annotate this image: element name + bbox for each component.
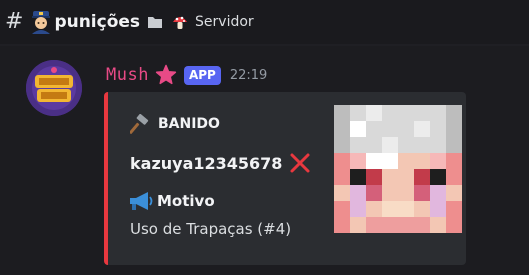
message-header: Mush APP 22:19 xyxy=(106,62,267,88)
embed-card: BANIDO kazuya12345678 Motivo Uso de Trap… xyxy=(104,92,466,265)
author-name[interactable]: Mush xyxy=(106,65,149,85)
embed-field-value: Uso de Trapaças (#4) xyxy=(130,220,292,238)
app-badge: APP xyxy=(183,65,221,85)
server-name[interactable]: Servidor xyxy=(195,14,254,30)
channel-header: # punições Servidor xyxy=(0,0,529,44)
embed-title-row: BANIDO xyxy=(130,114,220,134)
hammer-icon xyxy=(130,114,149,134)
police-officer-icon xyxy=(32,11,51,34)
player-skin-thumbnail[interactable] xyxy=(334,105,462,233)
megaphone-icon xyxy=(130,192,153,210)
embed-field-name: Motivo xyxy=(157,192,215,210)
cross-mark-icon xyxy=(290,153,310,173)
banned-user-row: kazuya12345678 xyxy=(130,151,312,175)
timestamp[interactable]: 22:19 xyxy=(230,68,267,83)
embed-field-header: Motivo xyxy=(128,191,215,211)
embed-title: BANIDO xyxy=(158,116,220,132)
channel-name[interactable]: punições xyxy=(54,12,140,32)
mush-logo-icon xyxy=(26,60,82,116)
channel-hash-icon: # xyxy=(5,9,24,34)
star-icon xyxy=(155,64,177,85)
banned-username: kazuya12345678 xyxy=(130,153,283,173)
mushroom-icon xyxy=(173,16,188,29)
folder-icon xyxy=(148,17,163,28)
chat-message: Mush APP 22:19 BANIDO kazuya12345678 Mot… xyxy=(0,46,529,275)
avatar[interactable] xyxy=(26,60,82,116)
